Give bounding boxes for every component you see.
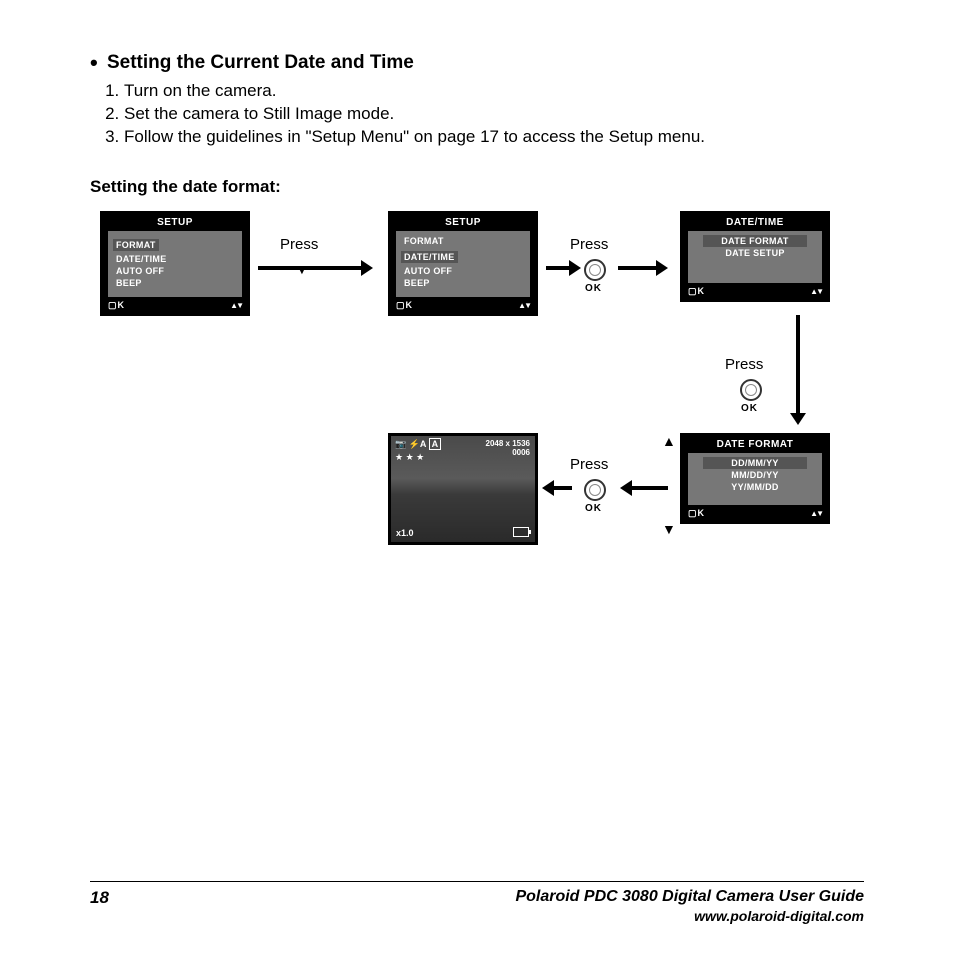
- ok-icon: ▢K: [396, 300, 413, 311]
- down-triangle-icon: ▼: [662, 521, 676, 537]
- arrow-left-1b: [552, 486, 572, 490]
- menu-item-datetime: DATE/TIME: [113, 253, 237, 265]
- screen-datetime: DATE/TIME DATE FORMAT DATE SETUP ▢K ▲▼: [680, 211, 830, 302]
- press-label-2: Press: [570, 236, 608, 253]
- menu-item-mmddyy: MM/DD/YY: [693, 469, 817, 481]
- press-label-4: Press: [570, 456, 608, 473]
- step-2: Set the camera to Still Image mode.: [124, 103, 864, 126]
- nav-arrows-icon: ▲▼: [810, 509, 822, 518]
- screen-photo-preview: 📷 ⚡A A ★ ★ ★ 2048 x 1536 0006 x1.0: [388, 433, 538, 545]
- battery-icon: [513, 527, 529, 537]
- section-heading: • Setting the Current Date and Time: [90, 50, 864, 76]
- bullet-icon: •: [90, 50, 98, 76]
- menu-item-ddmmyy: DD/MM/YY: [703, 457, 807, 469]
- arrow-right-2a: [546, 266, 571, 270]
- ok-label: OK: [741, 403, 758, 414]
- arrow-right-2b: [618, 266, 658, 270]
- quality-stars-icon: ★ ★ ★: [395, 452, 424, 463]
- menu-item-dateformat: DATE FORMAT: [703, 235, 807, 247]
- up-triangle-icon: ▲: [662, 433, 676, 449]
- menu-item-format: FORMAT: [113, 239, 159, 251]
- nav-arrows-icon: ▲▼: [810, 287, 822, 296]
- page-footer: 18 Polaroid PDC 3080 Digital Camera User…: [90, 881, 864, 924]
- page-number: 18: [90, 888, 109, 908]
- menu-item-beep: BEEP: [113, 277, 237, 289]
- nav-arrows-icon: ▲▼: [230, 301, 242, 310]
- arrow-down: [796, 315, 800, 415]
- flow-diagram: SETUP FORMAT DATE/TIME AUTO OFF BEEP ▢K …: [100, 211, 870, 571]
- ok-label: OK: [585, 283, 602, 294]
- ok-icon: ▢K: [688, 286, 705, 297]
- menu-item-format: FORMAT: [401, 235, 525, 247]
- instruction-list: Turn on the camera. Set the camera to St…: [90, 80, 864, 149]
- ok-label: OK: [585, 503, 602, 514]
- counter-text: 0006: [486, 448, 531, 458]
- menu-item-datetime: DATE/TIME: [401, 251, 458, 263]
- zoom-text: x1.0: [396, 528, 414, 538]
- nav-arrows-icon: ▲▼: [518, 301, 530, 310]
- step-1: Turn on the camera.: [124, 80, 864, 103]
- screen-dateformat: DATE FORMAT DD/MM/YY MM/DD/YY YY/MM/DD ▢…: [680, 433, 830, 524]
- camera-mode-icons: 📷 ⚡A A: [395, 439, 441, 450]
- screen-setup-1: SETUP FORMAT DATE/TIME AUTO OFF BEEP ▢K …: [100, 211, 250, 316]
- resolution-text: 2048 x 1536: [486, 439, 531, 449]
- ok-icon: ▢K: [688, 508, 705, 519]
- ok-icon: ▢K: [108, 300, 125, 311]
- screen-title: DATE/TIME: [683, 214, 827, 231]
- guide-url: www.polaroid-digital.com: [515, 908, 864, 924]
- guide-title: Polaroid PDC 3080 Digital Camera User Gu…: [515, 888, 864, 906]
- ok-button-icon: [584, 479, 606, 501]
- screen-title: SETUP: [391, 214, 535, 231]
- menu-item-autooff: AUTO OFF: [401, 265, 525, 277]
- screen-title: DATE FORMAT: [683, 436, 827, 453]
- menu-item-beep: BEEP: [401, 277, 525, 289]
- screen-title: SETUP: [103, 214, 247, 231]
- subheading: Setting the date format:: [90, 177, 864, 197]
- screen-setup-2: SETUP FORMAT DATE/TIME AUTO OFF BEEP ▢K …: [388, 211, 538, 316]
- step-3: Follow the guidelines in "Setup Menu" on…: [124, 126, 864, 149]
- ok-button-icon: [584, 259, 606, 281]
- arrow-right-1: [258, 266, 363, 270]
- menu-item-autooff: AUTO OFF: [113, 265, 237, 277]
- menu-item-datesetup: DATE SETUP: [693, 247, 817, 259]
- press-label-3: Press: [725, 356, 763, 373]
- heading-text: Setting the Current Date and Time: [107, 52, 414, 73]
- press-label-1: Press: [280, 236, 318, 253]
- ok-button-icon: [740, 379, 762, 401]
- arrow-left-1a: [630, 486, 668, 490]
- menu-item-yymmdd: YY/MM/DD: [693, 481, 817, 493]
